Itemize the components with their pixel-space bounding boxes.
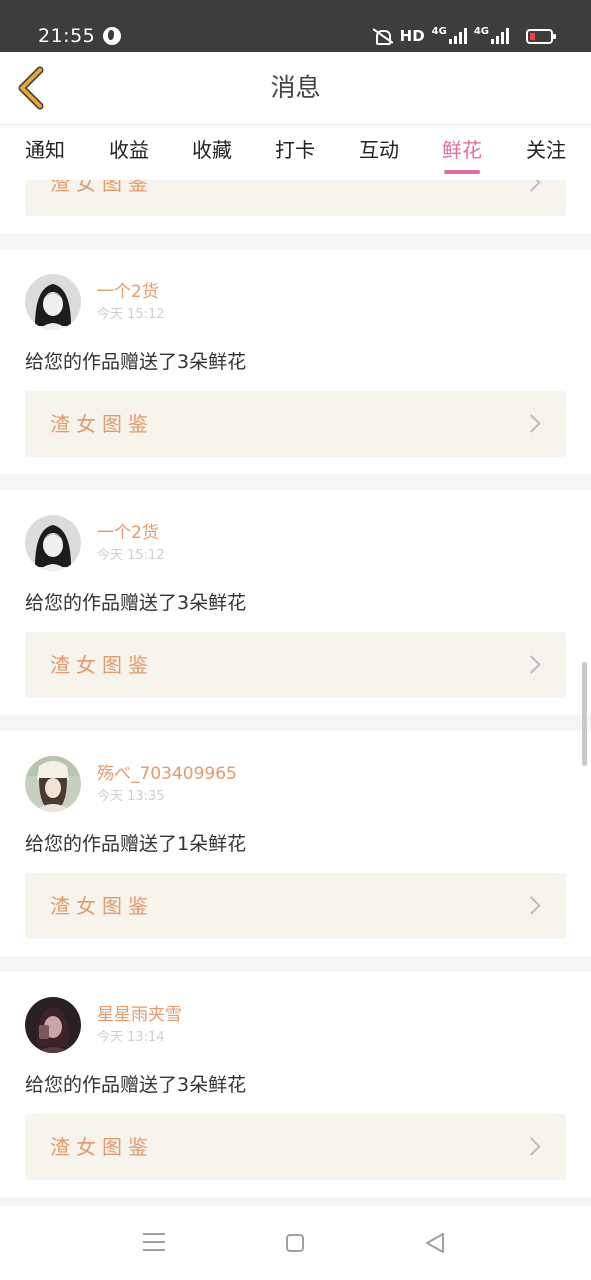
chevron-right-icon (523, 655, 541, 675)
status-bar: 21:55 HD 4G 4G (0, 0, 591, 52)
avatar-image (25, 274, 81, 330)
tab-label: 收藏 (192, 138, 232, 162)
chevron-right-icon (523, 1137, 541, 1157)
timestamp: 今天 13:14 (97, 1030, 165, 1045)
timestamp: 今天 15:12 (97, 548, 165, 563)
triangle-back-icon[interactable] (423, 1231, 447, 1255)
active-tab-indicator (444, 170, 480, 174)
screen: 21:55 HD 4G 4G 消息 通知 收益 收藏 打卡 互动 鲜花 关注 渣… (0, 0, 591, 1280)
work-link[interactable]: 渣女图鉴 (25, 1114, 566, 1180)
chevron-right-icon (523, 414, 541, 434)
work-link[interactable]: 渣女图鉴 (25, 391, 566, 457)
status-indicators: HD 4G 4G (371, 22, 556, 50)
work-title: 渣女图鉴 (50, 1135, 154, 1159)
page-title: 消息 (270, 73, 321, 102)
timestamp: 今天 13:35 (97, 789, 165, 804)
tab-label: 收益 (109, 138, 149, 162)
message-text: 给您的作品赠送了1朵鲜花 (25, 833, 247, 855)
tab-label: 打卡 (275, 138, 315, 162)
battery-icon (526, 28, 556, 44)
scrollbar[interactable] (582, 662, 587, 766)
status-time: 21:55 (38, 25, 96, 47)
tab-earnings[interactable]: 收益 (94, 135, 164, 165)
work-title: 渣女图鉴 (50, 894, 154, 918)
avatar-image (25, 997, 81, 1053)
menu-icon[interactable] (143, 1232, 165, 1252)
tab-label: 互动 (359, 138, 399, 162)
signal-icon (491, 28, 509, 44)
message-list: 渣女图鉴 一个2货 今天 15:12 给您的作品赠送了3朵鲜花 渣女图鉴 一个2… (0, 180, 591, 1206)
username[interactable]: 一个2货 (97, 281, 159, 303)
message-card: 渣女图鉴 (0, 180, 591, 233)
avatar-image (25, 515, 81, 571)
network-type-2: 4G (473, 26, 489, 37)
tab-following[interactable]: 关注 (511, 135, 581, 165)
message-card: 一个2货 今天 15:12 给您的作品赠送了3朵鲜花 渣女图鉴 (0, 249, 591, 474)
work-link[interactable]: 渣女图鉴 (25, 873, 566, 939)
tab-flowers[interactable]: 鲜花 (427, 135, 497, 174)
work-link[interactable]: 渣女图鉴 (25, 632, 566, 698)
avatar[interactable] (25, 515, 81, 571)
work-title: 渣女图鉴 (50, 653, 154, 677)
message-text: 给您的作品赠送了3朵鲜花 (25, 1074, 247, 1096)
globe-icon (103, 27, 121, 45)
tab-label: 通知 (25, 138, 65, 162)
work-title: 渣女图鉴 (50, 412, 154, 436)
work-title: 渣女图鉴 (50, 180, 154, 195)
network-type-1: 4G (431, 26, 447, 37)
signal-icon (448, 28, 467, 44)
tab-notifications[interactable]: 通知 (10, 135, 80, 165)
avatar[interactable] (25, 997, 81, 1053)
avatar[interactable] (25, 756, 81, 812)
hd-label: HD (399, 27, 425, 45)
header: 消息 (0, 52, 591, 124)
timestamp: 今天 15:12 (97, 307, 165, 322)
tab-checkin[interactable]: 打卡 (260, 135, 330, 165)
chevron-right-icon (523, 896, 541, 916)
message-card: 殇べ_703409965 今天 13:35 给您的作品赠送了1朵鲜花 渣女图鉴 (0, 731, 591, 956)
message-card: 星星雨夹雪 今天 13:14 给您的作品赠送了3朵鲜花 渣女图鉴 (0, 972, 591, 1197)
tab-label: 鲜花 (442, 138, 482, 162)
tab-bar: 通知 收益 收藏 打卡 互动 鲜花 关注 (0, 124, 591, 180)
work-link[interactable]: 渣女图鉴 (25, 180, 566, 216)
avatar-image (25, 756, 81, 812)
message-text: 给您的作品赠送了3朵鲜花 (25, 592, 247, 614)
message-card: 一个2货 今天 15:12 给您的作品赠送了3朵鲜花 渣女图鉴 (0, 490, 591, 715)
username[interactable]: 星星雨夹雪 (97, 1004, 182, 1026)
bell-off-icon (371, 28, 393, 45)
chevron-right-icon (523, 180, 541, 193)
tab-interactions[interactable]: 互动 (344, 135, 414, 165)
system-nav-bar (0, 1206, 591, 1280)
username[interactable]: 一个2货 (97, 522, 159, 544)
tab-favorites[interactable]: 收藏 (177, 135, 247, 165)
username[interactable]: 殇べ_703409965 (97, 763, 237, 785)
avatar[interactable] (25, 274, 81, 330)
square-icon[interactable] (286, 1234, 304, 1252)
tab-label: 关注 (526, 138, 566, 162)
message-text: 给您的作品赠送了3朵鲜花 (25, 351, 247, 373)
